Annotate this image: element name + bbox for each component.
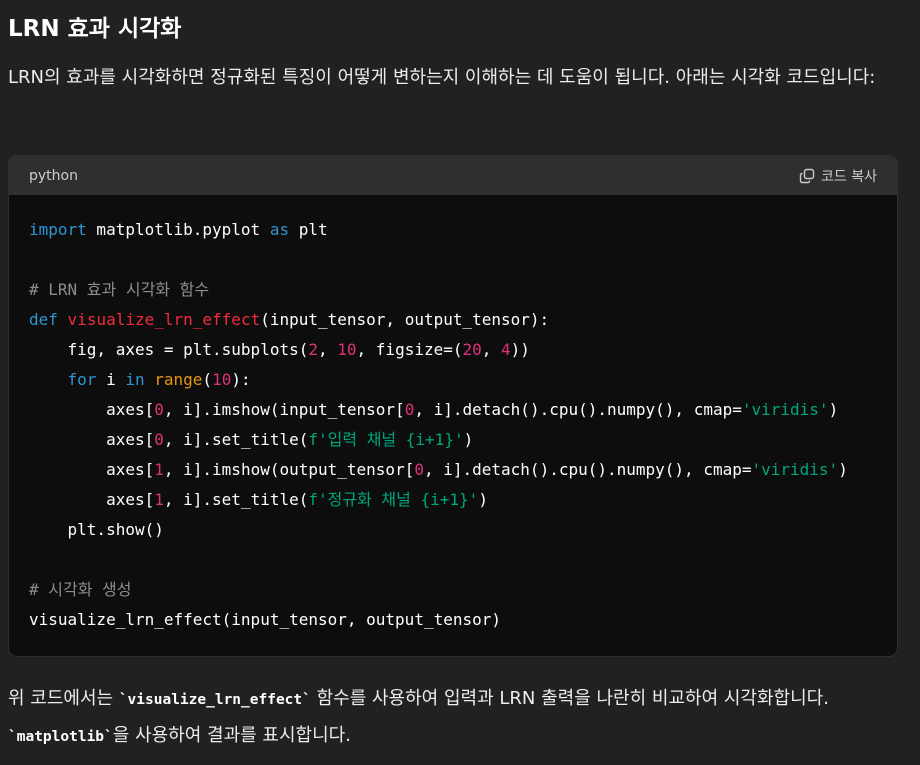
code-token: , figsize=(: [356, 340, 463, 359]
code-token: ,: [318, 340, 338, 359]
code-language-label: python: [29, 167, 78, 184]
copy-code-button[interactable]: 코드 복사: [799, 166, 877, 186]
code-token: f'입력 채널 {i+1}': [308, 430, 464, 449]
code-line: axes[1, i].imshow(output_tensor[0, i].de…: [29, 455, 897, 485]
code-token: axes[: [29, 490, 155, 509]
code-line: axes[1, i].set_title(f'정규화 채널 {i+1}'): [29, 485, 897, 515]
code-line: visualize_lrn_effect(input_tensor, outpu…: [29, 605, 897, 635]
code-token: import: [29, 220, 87, 239]
copy-code-label: 코드 복사: [821, 168, 877, 185]
code-token: axes[: [29, 400, 155, 419]
code-content: import matplotlib.pyplot as plt # LRN 효과 …: [9, 195, 897, 635]
code-token: ,: [481, 340, 502, 359]
code-token: axes[: [29, 460, 155, 479]
code-token: visualize_lrn_effect: [67, 310, 261, 329]
code-token: , i].detach().cpu().numpy(), cmap=: [423, 460, 752, 479]
intro-paragraph: LRN의 효과를 시각화하면 정규화된 특징이 어떻게 변하는지 이해하는 데 …: [8, 67, 876, 88]
code-token: def: [29, 310, 58, 329]
code-line: for i in range(10):: [29, 365, 897, 395]
code-token: i: [96, 370, 126, 389]
code-token: for: [67, 370, 97, 389]
outro-text-2: 함수를 사용하여 입력과 LRN 출력을 나란히 비교하여 시각화합니다.: [310, 688, 829, 709]
code-token: f'정규화 채널 {i+1}': [308, 490, 479, 509]
code-token: 0: [414, 460, 424, 479]
code-line: def visualize_lrn_effect(input_tensor, o…: [29, 305, 897, 335]
code-line: axes[0, i].imshow(input_tensor[0, i].det…: [29, 395, 897, 425]
code-token: 2: [308, 340, 318, 359]
code-line: fig, axes = plt.subplots(2, 10, figsize=…: [29, 335, 897, 365]
code-token: ): [463, 430, 474, 449]
code-token: range: [154, 370, 203, 389]
inline-code-library: `matplotlib`: [8, 729, 113, 745]
code-token: 10: [212, 370, 232, 389]
code-token: , i].set_title(: [163, 430, 309, 449]
code-token: fig, axes = plt.subplots(: [29, 340, 309, 359]
code-token: ): [838, 460, 848, 479]
outro-text-3: 을 사용하여 결과를 표시합니다.: [112, 725, 351, 746]
code-line: # 시각화 생성: [29, 575, 897, 605]
code-token: 'viridis': [741, 400, 829, 419]
code-line: import matplotlib.pyplot as plt: [29, 215, 897, 245]
code-token: 0: [154, 400, 164, 419]
code-token: matplotlib.pyplot: [86, 220, 270, 239]
copy-icon: [799, 168, 815, 184]
code-token: plt: [289, 220, 328, 239]
code-line: # LRN 효과 시각화 함수: [29, 275, 897, 305]
code-token: 'viridis': [751, 460, 839, 479]
code-token: 1: [154, 490, 164, 509]
code-token: in: [125, 370, 145, 389]
code-token: , i].set_title(: [163, 490, 309, 509]
code-token: ):: [231, 370, 251, 389]
code-token: ): [478, 490, 488, 509]
code-token: 0: [154, 430, 164, 449]
code-header: python 코드 복사: [9, 156, 897, 195]
code-token: (: [202, 370, 213, 389]
outro-text-1: 위 코드에서는: [8, 688, 119, 709]
code-token: plt.show(): [29, 520, 164, 539]
code-token: axes[: [29, 430, 155, 449]
code-token: , i].imshow(output_tensor[: [163, 460, 415, 479]
code-token: visualize_lrn_effect(input_tensor, outpu…: [29, 610, 502, 629]
code-token: (input_tensor, output_tensor):: [260, 310, 550, 329]
code-token: 0: [404, 400, 415, 419]
code-token: )): [510, 340, 530, 359]
code-token: 20: [462, 340, 482, 359]
code-token: 1: [154, 460, 164, 479]
code-line: plt.show(): [29, 515, 897, 545]
code-token: 4: [501, 340, 511, 359]
code-token: # LRN 효과 시각화 함수: [29, 280, 210, 299]
outro-paragraph: 위 코드에서는 `visualize_lrn_effect` 함수를 사용하여 …: [8, 681, 908, 755]
code-token: ): [828, 400, 839, 419]
code-line: axes[0, i].set_title(f'입력 채널 {i+1}'): [29, 425, 897, 455]
code-token: , i].imshow(input_tensor[: [163, 400, 405, 419]
inline-code-function: `visualize_lrn_effect`: [118, 692, 311, 708]
code-token: 10: [337, 340, 357, 359]
code-token: as: [269, 220, 290, 239]
code-block: python 코드 복사 import matplotlib.pyplot as…: [8, 155, 898, 657]
code-token: , i].detach().cpu().numpy(), cmap=: [414, 400, 742, 419]
code-token: # 시각화 생성: [29, 580, 132, 599]
section-heading: LRN 효과 시각화: [8, 16, 182, 42]
